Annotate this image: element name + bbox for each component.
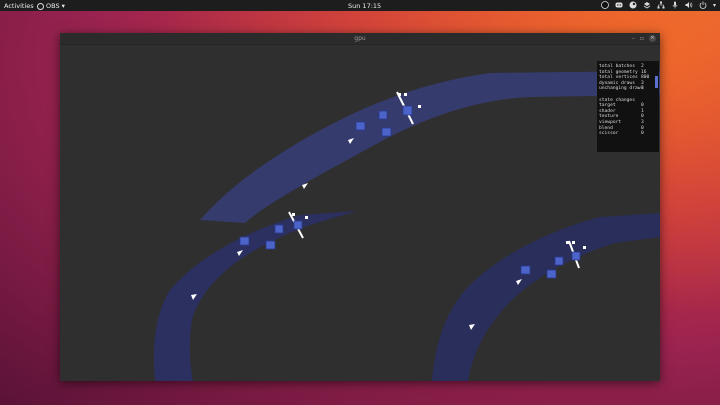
power-icon[interactable]	[699, 1, 707, 9]
window-title: gpu	[354, 35, 366, 42]
system-tray[interactable]: ▾	[601, 1, 716, 9]
stat-row: scissor 0	[597, 131, 659, 137]
vehicle	[571, 251, 581, 261]
vehicle	[381, 127, 392, 137]
stat-label: shader	[599, 108, 616, 114]
activities-button[interactable]: Activities	[4, 2, 34, 10]
stats-panel: total batches 2 total geometry 16 total …	[597, 61, 659, 152]
marker	[398, 93, 401, 96]
chevron-down-icon: ▾	[61, 2, 65, 10]
vehicle	[355, 121, 366, 131]
app-menu[interactable]: OBS ▾	[37, 2, 65, 10]
vehicle	[546, 269, 557, 279]
marker	[305, 216, 308, 219]
vehicle	[274, 224, 284, 234]
stat-label: scissor	[599, 131, 619, 137]
stat-row: unchanging draws 3	[597, 86, 659, 92]
marker	[418, 105, 421, 108]
maximize-button[interactable]: ▫	[640, 34, 644, 43]
marker	[404, 93, 407, 96]
vehicle	[378, 110, 388, 120]
marker	[566, 241, 569, 244]
microphone-icon[interactable]	[671, 1, 679, 9]
clock[interactable]: Sun 17:15	[348, 2, 381, 10]
vehicle	[554, 256, 564, 266]
stat-value: 0	[641, 131, 644, 137]
gpu-window: gpu – ▫ × total batches 2 total geometry…	[60, 33, 660, 381]
vehicle	[402, 105, 413, 116]
vehicle	[265, 240, 276, 250]
obs-icon	[37, 2, 44, 10]
scene	[153, 71, 660, 381]
track-segment	[200, 71, 660, 223]
track-segment	[153, 211, 358, 381]
obs-tray-icon[interactable]	[601, 1, 609, 9]
dropbox-icon[interactable]	[643, 1, 651, 9]
stat-label: target	[599, 103, 616, 109]
network-icon[interactable]	[657, 1, 665, 9]
vehicle	[293, 220, 303, 230]
window-titlebar[interactable]: gpu – ▫ ×	[60, 33, 660, 45]
marker	[292, 213, 295, 216]
stat-label: viewport	[599, 119, 622, 125]
render-canvas[interactable]: total batches 2 total geometry 16 total …	[60, 45, 660, 381]
steam-icon[interactable]	[629, 1, 637, 9]
top-panel: Activities OBS ▾ Sun 17:15 ▾	[0, 0, 720, 11]
stat-label: blend	[599, 125, 613, 131]
volume-icon[interactable]	[685, 1, 693, 9]
app-menu-label: OBS	[46, 2, 60, 10]
minimize-button[interactable]: –	[632, 34, 635, 43]
marker	[583, 246, 586, 249]
stat-label: total vertices	[599, 75, 638, 81]
track-segment	[432, 213, 660, 381]
marker	[572, 241, 575, 244]
stat-label: texture	[599, 114, 619, 120]
close-button[interactable]: ×	[649, 35, 656, 42]
vehicle	[239, 236, 250, 246]
marker-group	[292, 93, 586, 249]
vehicle	[520, 265, 531, 275]
stat-label: total batches	[599, 64, 635, 69]
stat-label: unchanging draws	[599, 86, 644, 92]
stat-label: total geometry	[599, 69, 638, 75]
tray-chevron-down-icon[interactable]: ▾	[713, 2, 716, 9]
discord-icon[interactable]	[615, 1, 623, 9]
stat-value: 3	[641, 86, 644, 92]
